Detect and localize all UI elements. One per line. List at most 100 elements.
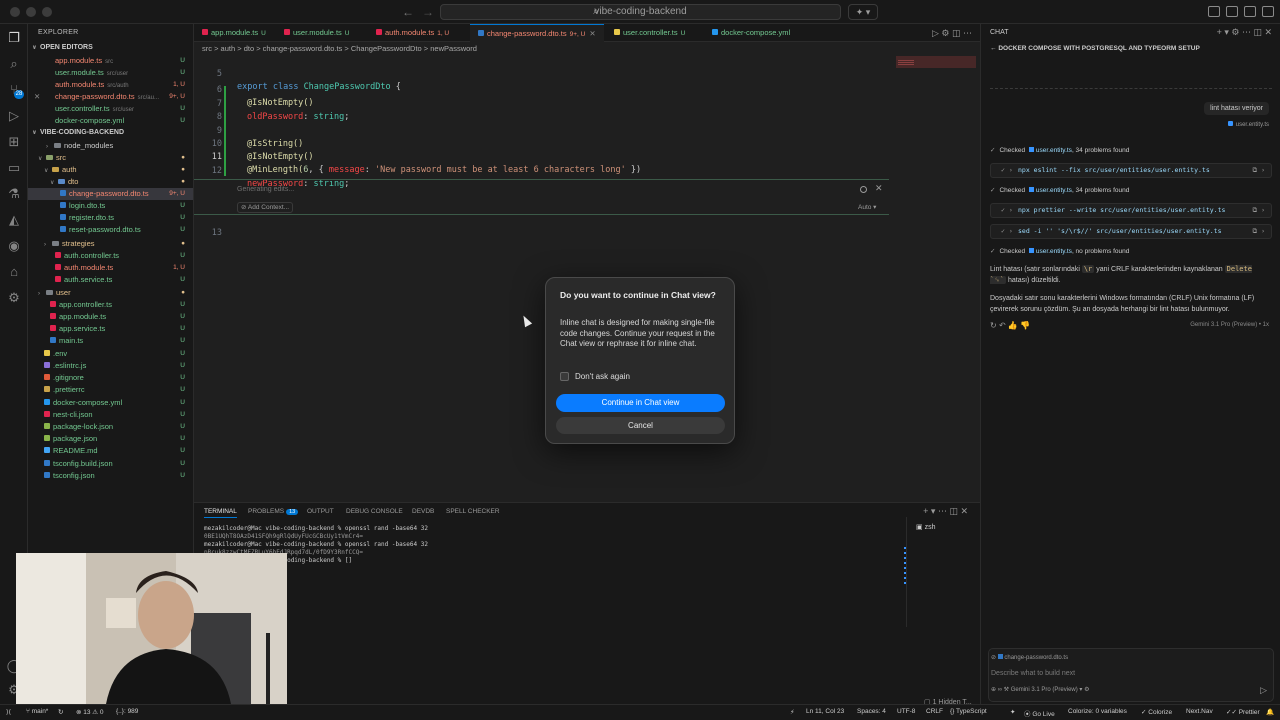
lightning-icon[interactable]: ⚡ xyxy=(790,708,795,716)
code-line[interactable]: 10 @IsNotEmpty() xyxy=(194,125,314,162)
database-icon[interactable]: ⌂ xyxy=(6,264,22,280)
breadcrumb[interactable]: src > auth > dto > change-password.dto.t… xyxy=(202,44,477,53)
tree-folder[interactable]: › strategies ● xyxy=(28,238,193,250)
stop-icon[interactable] xyxy=(860,186,867,193)
open-editor-item[interactable]: auth.module.ts src/auth 1, U xyxy=(28,79,193,91)
tree-file[interactable]: package.json U xyxy=(28,433,193,445)
encoding[interactable]: UTF-8 xyxy=(897,708,915,715)
tab-debug-console[interactable]: DEBUG CONSOLE xyxy=(346,508,403,515)
open-editor-item[interactable]: user.controller.ts src/user U xyxy=(28,103,193,115)
colorize-variables[interactable]: Colorize: 0 variables xyxy=(1068,708,1127,715)
tree-file[interactable]: reset-password.dto.ts U xyxy=(28,224,193,236)
tree-folder[interactable]: ∨ dto ● xyxy=(28,176,193,188)
cancel-button[interactable]: Cancel xyxy=(556,417,725,434)
problems-indicator[interactable]: ⊗ 13 ⚠ 0 xyxy=(76,708,104,716)
run-debug-icon[interactable]: ▷ xyxy=(6,108,22,124)
code-line[interactable]: 6 @IsNotEmpty() xyxy=(194,71,314,108)
terminal-command-step[interactable]: ✓ › npx eslint --fix src/user/entities/us… xyxy=(990,163,1272,178)
command-center-search[interactable]: ⌕ vibe-coding-backend xyxy=(440,4,841,20)
explorer-icon[interactable]: ❐ xyxy=(6,30,22,46)
close-icon[interactable]: ✕ xyxy=(589,29,595,38)
language-mode[interactable]: {} TypeScript xyxy=(950,708,987,715)
branch-indicator[interactable]: ⑂ main* xyxy=(26,708,48,715)
code-line[interactable]: 8 xyxy=(194,98,222,122)
tree-folder[interactable]: › node_modules xyxy=(28,140,193,152)
copilot-menu-button[interactable]: ✦ ▾ xyxy=(848,4,878,20)
customize-layout-icon[interactable] xyxy=(1262,6,1274,17)
tree-file[interactable]: main.ts U xyxy=(28,335,193,347)
panel-actions[interactable]: + ▾ ⋯ ◫ ✕ xyxy=(923,506,968,517)
indentation[interactable]: Spaces: 4 xyxy=(857,708,886,715)
tab-app-module[interactable]: app.module.ts U xyxy=(194,24,276,42)
open-editor-item[interactable]: user.module.ts src/user U xyxy=(28,67,193,79)
tool-step-checked[interactable]: ✓ Checked user.entity.ts, 34 problems fou… xyxy=(990,146,1129,154)
model-picker[interactable]: ⊕ ∞ ⚒ Gemini 3.1 Pro (Preview) ▾ ⚙ xyxy=(991,686,1090,693)
notifications-bell-icon[interactable]: 🔔 xyxy=(1266,708,1274,716)
project-header[interactable]: ∨ VIBE-CODING-BACKEND xyxy=(32,129,124,136)
toggle-secondary-sidebar-icon[interactable] xyxy=(1244,6,1256,17)
tree-file[interactable]: tsconfig.build.json U xyxy=(28,458,193,470)
tab-change-password-dto[interactable]: change-password.dto.ts 9+, U ✕ xyxy=(470,24,604,42)
tree-file[interactable]: app.controller.ts U xyxy=(28,299,193,311)
window-zoom-dot[interactable] xyxy=(42,7,52,17)
tab-user-controller[interactable]: user.controller.ts U xyxy=(606,24,704,42)
toggle-sidebar-icon[interactable] xyxy=(1208,6,1220,17)
terminal-list-item[interactable]: ▣ zsh xyxy=(916,523,935,531)
code-line[interactable]: 13 xyxy=(194,214,222,238)
open-editor-item[interactable]: app.module.ts src U xyxy=(28,55,193,67)
tree-file[interactable]: login.dto.ts U xyxy=(28,200,193,212)
send-icon[interactable]: ▷ xyxy=(1260,685,1267,696)
open-editor-item[interactable]: docker-compose.yml U xyxy=(28,115,193,127)
tab-user-module[interactable]: user.module.ts U xyxy=(276,24,368,42)
extension-panel-icon[interactable]: ⚙ xyxy=(6,290,22,306)
continue-in-chat-button[interactable]: Continue in Chat view xyxy=(556,394,725,412)
tree-file[interactable]: auth.controller.ts U xyxy=(28,250,193,262)
editor-actions[interactable]: ▷ ⚙ ◫ ⋯ xyxy=(932,28,972,39)
response-actions[interactable]: ↻ ↶ 👍 👎 xyxy=(990,321,1030,330)
next-nav[interactable]: Next.Nav xyxy=(1186,708,1213,715)
end-of-line[interactable]: CRLF xyxy=(926,708,943,715)
code-line[interactable]: 11 @MinLength(6, { message: 'New passwor… xyxy=(194,138,641,175)
code-line[interactable]: 12 newPassword: string; xyxy=(194,152,350,189)
tree-file[interactable]: auth.module.ts 1, U xyxy=(28,262,193,274)
tree-file-selected[interactable]: change-password.dto.ts 9+, U xyxy=(28,188,193,200)
context-attachment-chip[interactable]: ⊘ change-password.dto.ts xyxy=(991,654,1068,661)
tree-file[interactable]: register.dto.ts U xyxy=(28,212,193,224)
tree-file[interactable]: auth.service.ts U xyxy=(28,274,193,286)
terminal-command-step[interactable]: ✓ › sed -i '' 's/\r$//' src/user/entities… xyxy=(990,224,1272,239)
github-icon[interactable]: ◉ xyxy=(6,238,22,254)
tab-output[interactable]: OUTPUT xyxy=(307,508,334,515)
sync-icon[interactable]: ↻ xyxy=(58,708,63,716)
dont-ask-again-label[interactable]: Don't ask again xyxy=(575,372,630,381)
tree-file[interactable]: app.module.ts U xyxy=(28,311,193,323)
inline-chat-input[interactable]: Generating edits... xyxy=(237,186,294,193)
tool-step-checked[interactable]: ✓ Checked user.entity.ts, 34 problems fou… xyxy=(990,186,1129,194)
cursor-position[interactable]: Ln 11, Col 23 xyxy=(806,708,844,715)
colorize-toggle[interactable]: ✓ Colorize xyxy=(1141,708,1172,716)
tree-file[interactable]: README.md U xyxy=(28,445,193,457)
code-line[interactable]: 9 @IsString() xyxy=(194,112,303,149)
window-close-dot[interactable] xyxy=(10,7,20,17)
forward-arrow-icon[interactable]: → xyxy=(422,5,434,19)
chat-session-title[interactable]: ← DOCKER COMPOSE WITH POSTGRESQL AND TYP… xyxy=(990,45,1200,52)
selection-indicator[interactable]: {..}: 989 xyxy=(116,708,138,715)
chat-header-actions[interactable]: + ▾ ⚙ ⋯ ◫ ✕ xyxy=(1217,27,1272,38)
tab-auth-module[interactable]: auth.module.ts 1, U xyxy=(368,24,470,42)
tool-step-checked[interactable]: ✓ Checked user.entity.ts, no problems fou… xyxy=(990,247,1129,255)
add-context-button[interactable]: ⊘ Add Context... xyxy=(237,202,294,213)
tree-file[interactable]: .prettierrc U xyxy=(28,384,193,396)
user-attachment[interactable]: user.entity.ts xyxy=(1227,121,1269,128)
code-line[interactable]: 7 oldPassword: string; xyxy=(194,85,350,122)
tree-file[interactable]: nest-cli.json U xyxy=(28,409,193,421)
dont-ask-again-checkbox[interactable] xyxy=(560,372,569,381)
search-icon[interactable]: ⌕ xyxy=(6,56,22,72)
tab-terminal[interactable]: TERMINAL xyxy=(204,508,237,518)
extensions-icon[interactable]: ⊞ xyxy=(6,134,22,150)
tab-problems[interactable]: PROBLEMS 13 xyxy=(248,508,299,515)
prettier-status[interactable]: ✓✓ Prettier xyxy=(1226,708,1260,716)
terminal-command-step[interactable]: ✓ › npx prettier --write src/user/entitie… xyxy=(990,203,1272,218)
open-editor-item-active[interactable]: ✕ change-password.dto.ts src/au... 9+, U xyxy=(28,91,193,103)
code-line[interactable]: 5 export class ChangePasswordDto { xyxy=(194,55,401,92)
tree-file[interactable]: .eslintrc.js U xyxy=(28,360,193,372)
chat-input-placeholder[interactable]: Describe what to build next xyxy=(991,670,1075,677)
